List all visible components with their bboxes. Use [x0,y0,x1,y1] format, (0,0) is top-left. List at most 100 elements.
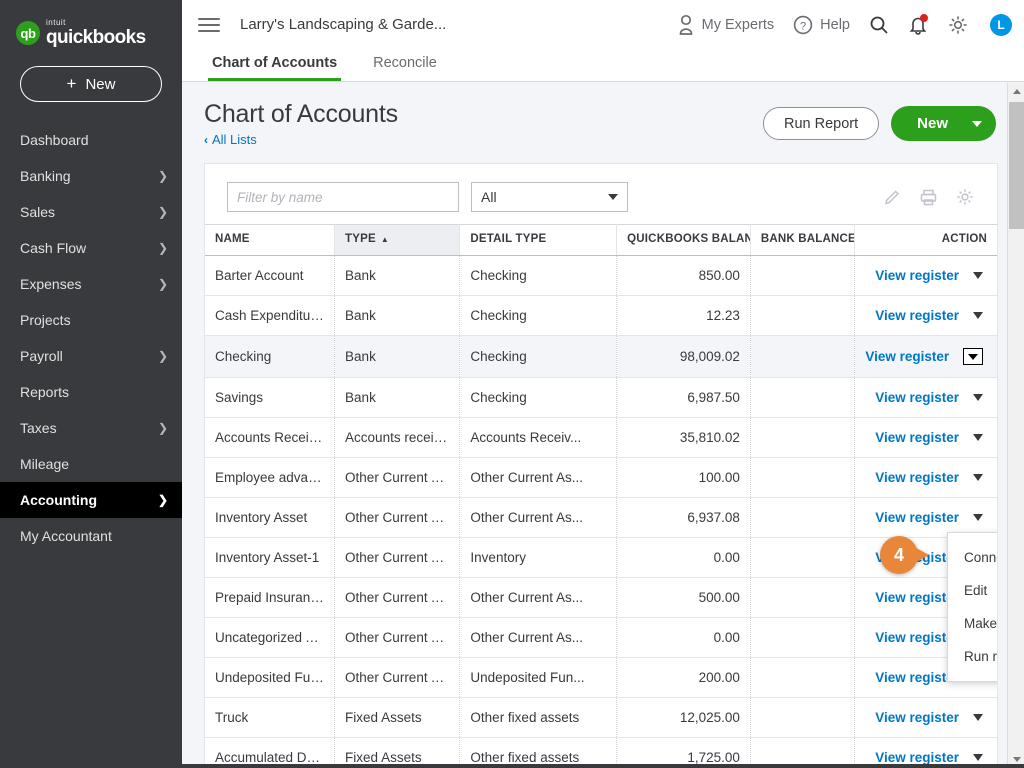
sidebar-item-mileage[interactable]: Mileage [0,446,182,482]
cell-name: Inventory Asset-1 [205,537,336,578]
sidebar-item-banking[interactable]: Banking ❯ [0,158,182,194]
view-register-link[interactable]: View register [875,390,959,405]
column-header-name[interactable]: NAME [205,224,336,256]
menu-item-connect-bank[interactable]: Connect bank [948,541,997,574]
quickbooks-logo[interactable]: qb intuit quickbooks [0,0,182,52]
gear-icon[interactable] [955,187,975,207]
callout-tail [916,548,929,562]
sidebar-item-my-accountant[interactable]: My Accountant [0,518,182,554]
table-row[interactable]: Accounts Receivable Accounts receiva... Ac… [205,417,997,458]
table-row[interactable]: Truck Fixed Assets Other fixed assets 12,02… [205,697,997,738]
view-register-link[interactable]: View register [875,470,959,485]
table-row[interactable]: Checking Bank Checking 98,009.02 View regist… [205,335,997,378]
column-header-label: BANK BALANCE [760,233,855,245]
table-row[interactable]: Uncategorized Asset Other Current As... Ot… [205,617,997,658]
table-row[interactable]: Barter Account Bank Checking 850.00 View reg… [205,255,997,296]
sidebar-item-sales[interactable]: Sales ❯ [0,194,182,230]
row-action-dropdown-toggle[interactable] [973,754,983,761]
row-action-dropdown-toggle[interactable] [973,434,983,441]
row-action-dropdown-toggle[interactable] [973,272,983,279]
cell-name: Inventory Asset [205,497,336,538]
sidebar-item-expenses[interactable]: Expenses ❯ [0,266,182,302]
search-input[interactable] [227,182,459,212]
hamburger-icon[interactable] [198,17,220,32]
table-row[interactable]: Inventory Asset-1 Other Current As... Inve… [205,537,997,578]
settings-button[interactable] [947,14,969,36]
scroll-up-arrow-icon[interactable] [1008,83,1024,100]
tab-chart-of-accounts[interactable]: Chart of Accounts [208,55,342,81]
row-action-dropdown-toggle[interactable] [963,348,983,365]
company-name[interactable]: Larry's Landscaping & Garde... [240,16,446,33]
view-register-link[interactable]: View register [875,510,959,525]
sidebar-nav: Dashboard Banking ❯ Sales ❯ Cash Flow ❯ Expense… [0,122,182,554]
sidebar-item-taxes[interactable]: Taxes ❯ [0,410,182,446]
row-action-dropdown-toggle[interactable] [973,714,983,721]
menu-item-make-inactive-won-t-reduce-usage[interactable]: Make inactive (won't reduce usage) [948,607,997,640]
account-type-select[interactable]: All [471,182,628,212]
chevron-right-icon: ❯ [157,421,168,435]
sidebar-item-cash-flow[interactable]: Cash Flow ❯ [0,230,182,266]
cell-detail_type: Checking [459,295,618,336]
table-row[interactable]: Inventory Asset Other Current As... Other … [205,497,997,538]
tab-reconcile[interactable]: Reconcile [369,55,441,81]
sidebar-item-label: Dashboard [20,132,89,148]
cell-detail_type: Other Current As... [459,497,618,538]
column-header-type[interactable]: TYPE ▲ [334,224,461,256]
help-button[interactable]: ? Help [793,15,850,35]
column-header-action[interactable]: ACTION [854,224,997,256]
cell-action: View register [854,697,997,738]
menu-item-edit[interactable]: Edit [948,574,997,607]
column-header-detail_type[interactable]: DETAIL TYPE [459,224,618,256]
menu-item-run-report[interactable]: Run report [948,640,997,673]
pencil-icon[interactable] [883,188,902,207]
vertical-scrollbar[interactable] [1007,83,1024,768]
column-header-bank_balance[interactable]: BANK BALANCE [750,224,856,256]
table-row[interactable]: Savings Bank Checking 6,987.50 View register [205,377,997,418]
table-row[interactable]: Employee advances Other Current As... Othe… [205,457,997,498]
row-action-dropdown-toggle[interactable] [973,312,983,319]
sidebar-item-reports[interactable]: Reports [0,374,182,410]
callout-badge-4-number: 4 [893,544,904,565]
intuit-wordmark: intuit [46,18,66,27]
cell-bank-balance [750,335,856,378]
new-button[interactable]: New [891,106,996,141]
my-experts-label: My Experts [701,16,775,33]
row-action-dropdown-toggle[interactable] [973,474,983,481]
sidebar-item-accounting[interactable]: Accounting ❯ [0,482,182,518]
table-row[interactable]: Undeposited Funds Other Current As... Unde… [205,657,997,698]
avatar[interactable]: L [990,13,1012,36]
row-action-dropdown-menu[interactable]: Connect bankEditMake inactive (won't red… [947,532,997,682]
view-register-link[interactable]: View register [875,308,959,323]
sidebar-item-payroll[interactable]: Payroll ❯ [0,338,182,374]
filter-toolbar: All [205,164,997,224]
chevron-right-icon: ❯ [157,493,168,507]
run-report-button[interactable]: Run Report [763,107,880,140]
sidebar-item-label: Reports [20,384,70,400]
cell-qb-balance: 35,810.02 [616,417,751,458]
column-header-qb_balance[interactable]: QUICKBOOKS BALAN [616,224,751,256]
sidebar-new-button[interactable]: + New [20,66,162,102]
sidebar-item-dashboard[interactable]: Dashboard [0,122,182,158]
row-action-dropdown-toggle[interactable] [973,514,983,521]
table-row[interactable]: Prepaid Insurance Other Current As... Othe… [205,577,997,618]
notifications-button[interactable] [908,14,928,35]
my-experts-button[interactable]: My Experts [677,14,775,36]
table-row[interactable]: Cash Expenditures Bank Checking 12.23 View r… [205,295,997,336]
chevron-right-icon: ❯ [157,169,168,183]
view-register-link[interactable]: View register [875,750,959,765]
all-lists-link[interactable]: ‹ All Lists [204,132,398,147]
view-register-link[interactable]: View register [875,430,959,445]
cell-action: View register [854,457,997,498]
view-register-link[interactable]: View register [875,268,959,283]
row-action-dropdown-toggle[interactable] [973,394,983,401]
cell-type: Bank [334,255,461,296]
view-register-link[interactable]: View register [865,349,949,364]
sidebar-item-projects[interactable]: Projects [0,302,182,338]
scrollbar-thumb[interactable] [1009,102,1024,229]
cell-type: Fixed Assets [334,697,461,738]
search-button[interactable] [869,15,889,35]
cell-detail_type: Checking [459,335,618,378]
printer-icon[interactable] [919,188,938,207]
view-register-link[interactable]: View register [875,710,959,725]
main-area: Larry's Landscaping & Garde... My Expert… [182,0,1024,768]
